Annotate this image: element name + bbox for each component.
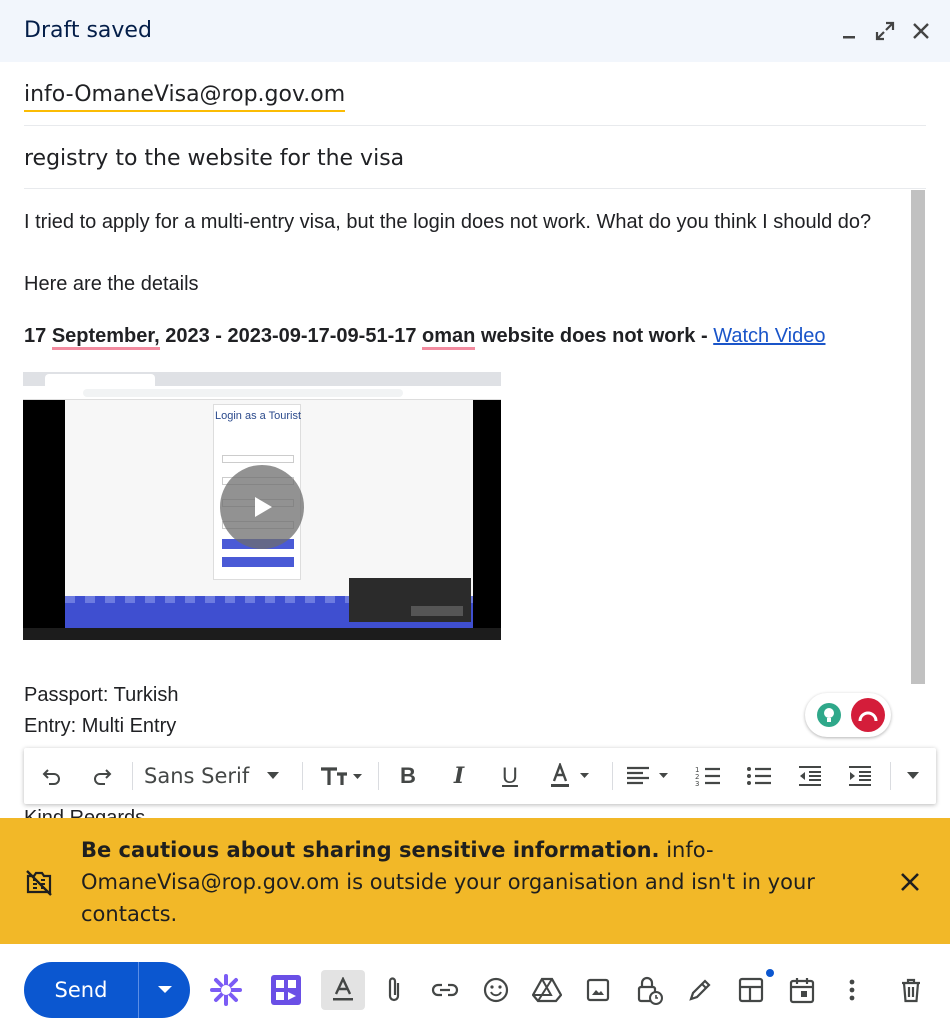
warning-message: Be cautious about sharing sensitive info… xyxy=(81,834,861,930)
play-icon xyxy=(255,497,272,517)
lightbulb-icon[interactable] xyxy=(817,703,841,727)
subject-field[interactable]: registry to the website for the visa xyxy=(24,127,926,189)
confidential-mode-icon[interactable] xyxy=(632,972,668,1008)
expand-icon xyxy=(875,21,895,41)
underline-icon[interactable]: U xyxy=(494,758,526,794)
no-contact-icon xyxy=(24,868,54,903)
message-body[interactable]: I tried to apply for a multi-entry visa,… xyxy=(0,190,950,818)
font-family-value: Sans Serif xyxy=(144,764,250,788)
body-line-intro: I tried to apply for a multi-entry visa,… xyxy=(24,211,872,233)
attach-file-icon[interactable] xyxy=(376,972,412,1008)
indent-more-icon[interactable] xyxy=(844,758,876,794)
heading-text: 17 xyxy=(24,325,52,347)
video-thumbnail[interactable]: Login as a Tourist xyxy=(23,372,501,640)
minimize-button[interactable] xyxy=(838,18,860,44)
layout-template-icon[interactable] xyxy=(268,972,304,1008)
align-icon[interactable] xyxy=(622,758,676,794)
gemini-sparkle-icon[interactable] xyxy=(208,972,244,1008)
google-drive-icon[interactable] xyxy=(529,972,565,1008)
subject-text: registry to the website for the visa xyxy=(24,146,405,171)
insert-photo-icon[interactable] xyxy=(580,972,616,1008)
play-button[interactable] xyxy=(220,465,304,549)
heading-text: website does not work - xyxy=(475,325,714,347)
signature-pen-icon[interactable] xyxy=(682,972,718,1008)
video-card-title: Login as a Tourist xyxy=(214,410,302,422)
watch-video-link[interactable]: Watch Video xyxy=(713,325,825,347)
video-heading: 17 September, 2023 - 2023-09-17-09-51-17… xyxy=(24,325,826,350)
insert-link-icon[interactable] xyxy=(427,972,463,1008)
font-family-select[interactable]: Sans Serif xyxy=(144,758,294,794)
record-icon[interactable] xyxy=(851,698,885,732)
numbered-list-icon[interactable]: 123 xyxy=(692,758,724,794)
send-button-group: Send xyxy=(24,962,190,1018)
body-line-details: Here are the details xyxy=(24,273,199,295)
undo-icon[interactable] xyxy=(36,758,68,794)
recipients-field[interactable]: info-OmaneVisa@rop.gov.om xyxy=(24,64,926,126)
draft-status: Draft saved xyxy=(24,18,152,43)
video-browser-tabs xyxy=(23,372,501,386)
spellcheck-word[interactable]: September, xyxy=(51,325,160,350)
send-options-button[interactable] xyxy=(139,962,190,1018)
fullscreen-button[interactable] xyxy=(874,18,896,44)
body-line-entry: Entry: Multi Entry xyxy=(24,715,177,737)
video-taskbar xyxy=(23,628,501,640)
more-options-icon[interactable] xyxy=(834,972,870,1008)
emoji-icon[interactable] xyxy=(478,972,514,1008)
text-color-icon[interactable] xyxy=(546,758,598,794)
more-formatting-icon[interactable] xyxy=(900,758,926,794)
video-update-popup xyxy=(349,578,471,622)
warning-bold-text: Be cautious about sharing sensitive info… xyxy=(81,838,660,862)
formatting-toolbar: Sans Serif B I U 123 xyxy=(24,748,936,804)
discard-draft-icon[interactable] xyxy=(893,972,929,1008)
video-address-bar xyxy=(23,386,501,400)
extension-widget xyxy=(805,693,891,737)
italic-icon[interactable]: I xyxy=(443,758,475,794)
heading-text: 2023 - 2023-09-17-09-51-17 xyxy=(159,325,423,347)
bold-icon[interactable]: B xyxy=(392,758,424,794)
chevron-down-icon xyxy=(157,986,172,993)
body-line-passport: Passport: Turkish xyxy=(24,684,179,706)
spellcheck-word[interactable]: oman xyxy=(422,325,476,350)
close-compose-button[interactable] xyxy=(910,18,932,44)
notification-dot xyxy=(766,969,774,977)
body-line-kind-regards: Kind Regards xyxy=(24,808,145,818)
body-scrollbar[interactable] xyxy=(911,190,925,684)
bulleted-list-icon[interactable] xyxy=(743,758,775,794)
svg-text:3: 3 xyxy=(695,780,699,787)
compose-header: Draft saved xyxy=(0,0,950,62)
layouts-icon[interactable] xyxy=(733,969,774,1008)
close-icon xyxy=(901,873,919,891)
window-controls xyxy=(838,18,932,44)
text-size-icon[interactable] xyxy=(314,758,368,794)
close-icon xyxy=(913,23,929,39)
redo-icon[interactable] xyxy=(86,758,118,794)
indent-less-icon[interactable] xyxy=(794,758,826,794)
chevron-down-icon xyxy=(267,772,280,779)
recipient-chip[interactable]: info-OmaneVisa@rop.gov.om xyxy=(24,82,346,112)
send-button[interactable]: Send xyxy=(24,962,138,1018)
formatting-options-icon[interactable] xyxy=(321,970,365,1010)
schedule-event-icon[interactable] xyxy=(784,972,820,1008)
minimize-icon xyxy=(843,36,855,39)
dismiss-warning-button[interactable] xyxy=(898,870,922,894)
